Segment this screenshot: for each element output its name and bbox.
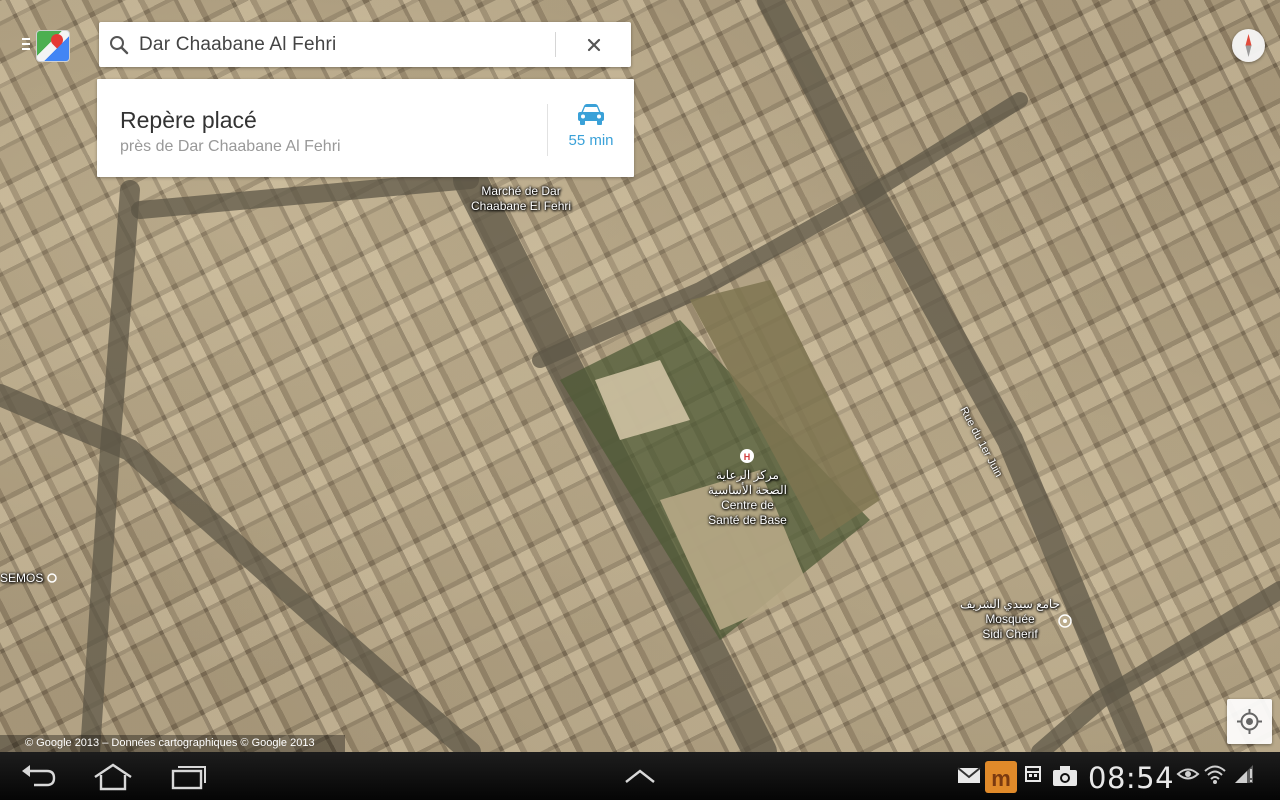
mosque-label[interactable]: جامع سيدي الشريف Mosquée Sidi Cherif [960,597,1060,642]
road-north [131,171,479,219]
hospital-marker-icon: H [740,449,754,463]
mosque-label-fr-2: Sidi Cherif [982,627,1038,641]
eye-icon [1176,768,1200,780]
close-icon [587,38,601,52]
compass-icon [1245,34,1252,57]
search-icon [110,36,129,55]
notification-app-icon[interactable]: m [985,761,1017,793]
road-rue-1er-juin [757,0,1153,752]
health-centre-label-ar-2: الصحة الأساسية [708,483,787,497]
market-label[interactable]: Marché de Dar Chaabane El Fehri [471,184,571,214]
svg-text:m: m [991,766,1011,791]
health-centre-label-ar-1: مركز الرعاية [716,468,779,482]
status-time: 08:54 [1088,761,1175,795]
map-attribution: © Google 2013 – Données cartographiques … [0,735,345,752]
up-arrow-icon[interactable] [622,762,658,792]
card-subtitle: près de Dar Chaabane Al Fehri [120,138,341,155]
gmail-icon[interactable] [957,765,981,785]
health-centre-label-fr-2: Santé de Base [708,513,787,527]
signal-icon [1235,765,1253,783]
my-location-button[interactable] [1227,699,1272,744]
dropped-pin-card[interactable]: Repère placé près de Dar Chaabane Al Feh… [97,79,634,177]
maps-logo-icon[interactable] [36,30,70,62]
card-divider [547,104,548,156]
my-location-icon [1237,709,1262,734]
semos-marker-icon [47,573,57,583]
recent-apps-icon[interactable] [170,762,208,792]
mosque-label-ar: جامع سيدي الشريف [960,597,1061,611]
camera-icon[interactable] [1052,765,1078,787]
system-navigation-bar: m 08:54 [0,752,1280,800]
road-west-vertical [80,180,140,752]
wifi-icon [1204,765,1226,784]
directions-button[interactable]: 55 min [552,97,630,161]
semos-label[interactable]: SEMOS [0,571,43,586]
health-centre-label[interactable]: مركز الرعاية الصحة الأساسية Centre de Sa… [700,468,795,528]
search-divider [555,32,556,57]
home-icon[interactable] [92,762,134,792]
calendar-icon[interactable] [1025,765,1041,783]
menu-icon[interactable] [22,38,32,50]
back-icon[interactable] [20,762,58,792]
road-southwest [0,384,481,752]
health-centre-label-fr-1: Centre de [721,498,774,512]
drive-time: 55 min [568,132,614,149]
clear-search-button[interactable] [577,32,611,58]
mosque-label-fr-1: Mosquée [985,612,1035,626]
card-title: Repère placé [120,107,257,133]
mosque-marker-icon [1058,614,1072,628]
search-input[interactable]: Dar Chaabane Al Fehri [139,34,336,56]
car-icon [578,104,604,125]
search-bar[interactable]: Dar Chaabane Al Fehri [99,22,631,67]
compass-button[interactable] [1232,29,1265,62]
svg-text:H: H [744,452,751,462]
